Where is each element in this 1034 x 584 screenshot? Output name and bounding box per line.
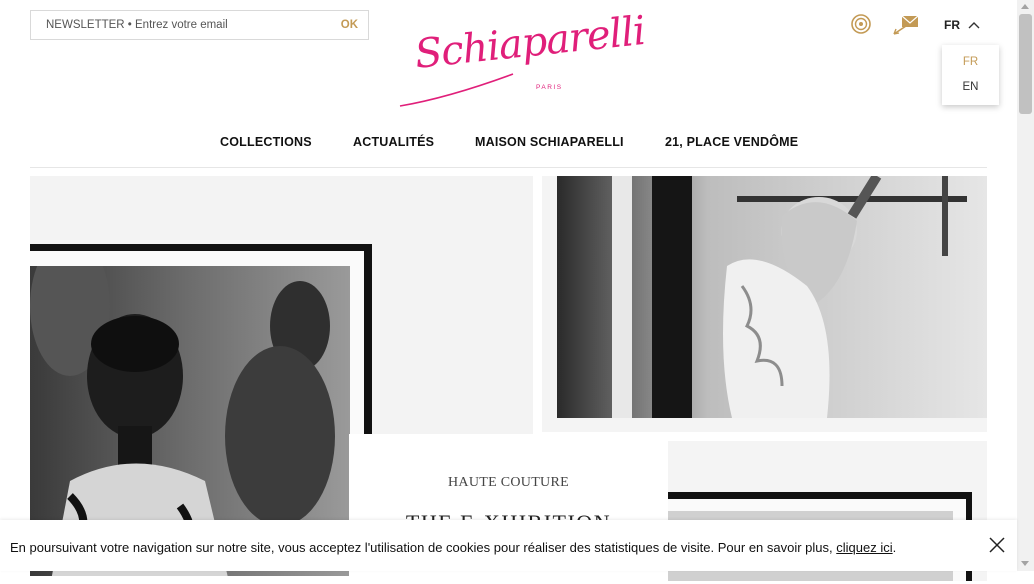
nav-item-vendome[interactable]: 21, PLACE VENDÔME: [665, 135, 798, 149]
brand-logo[interactable]: Schiaparelli PARIS: [395, 8, 647, 112]
nav-divider: [30, 167, 987, 168]
cookie-more-link[interactable]: cliquez ici: [836, 540, 892, 555]
cookie-text: En poursuivant votre navigation sur notr…: [10, 540, 837, 555]
store-locator-icon[interactable]: [850, 13, 872, 40]
nav-item-collections[interactable]: COLLECTIONS: [220, 135, 312, 149]
logo-city: PARIS: [536, 84, 563, 91]
chevron-up-icon: [968, 22, 980, 29]
newsletter-submit-button[interactable]: OK: [341, 19, 358, 31]
gallery-panel-right[interactable]: [542, 176, 987, 432]
language-menu: FR EN: [942, 45, 999, 105]
cookie-suffix: .: [892, 540, 897, 555]
scroll-up-icon[interactable]: [1021, 4, 1029, 9]
cookie-message: En poursuivant votre navigation sur notr…: [10, 540, 896, 555]
close-icon[interactable]: [988, 536, 1006, 559]
nav-item-actualites[interactable]: ACTUALITÉS: [353, 135, 434, 149]
scroll-down-icon[interactable]: [1021, 561, 1029, 566]
nav-item-maison[interactable]: MAISON SCHIAPARELLI: [475, 135, 624, 149]
mail-icon[interactable]: [892, 14, 922, 41]
language-current: FR: [944, 18, 960, 32]
newsletter-form: OK: [30, 10, 369, 40]
cookie-banner: En poursuivant votre navigation sur notr…: [0, 520, 1017, 571]
language-option-en[interactable]: EN: [942, 81, 999, 93]
page-scrollbar[interactable]: [1017, 0, 1034, 571]
language-toggle[interactable]: FR: [944, 18, 980, 32]
language-option-fr[interactable]: FR: [942, 56, 999, 68]
feature-category: HAUTE COUTURE: [448, 475, 569, 490]
newsletter-email-input[interactable]: [31, 11, 321, 39]
scrollbar-thumb[interactable]: [1019, 14, 1032, 114]
model-photo: [557, 176, 987, 418]
main-navigation: COLLECTIONS ACTUALITÉS MAISON SCHIAPAREL…: [30, 132, 987, 154]
